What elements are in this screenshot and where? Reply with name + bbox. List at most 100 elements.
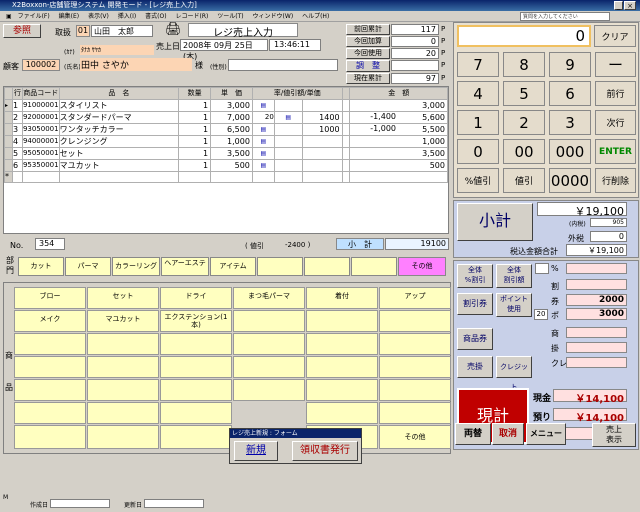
key-4[interactable]: 4 (457, 81, 499, 106)
key-1[interactable]: 1 (457, 110, 499, 135)
coupon-button[interactable]: 割引券 (457, 293, 493, 315)
dept-empty-button[interactable] (257, 257, 303, 276)
qty-cell[interactable]: 1 (178, 98, 212, 112)
item-button[interactable] (306, 356, 378, 378)
qty-cell[interactable]: 1 (178, 122, 212, 136)
rate-cell[interactable]: 20 (251, 110, 275, 124)
adjust-points-value[interactable] (391, 60, 439, 71)
item-button[interactable] (379, 402, 451, 424)
qty-cell[interactable]: 1 (178, 110, 212, 124)
product-code-cell[interactable]: 91000001 (21, 98, 60, 112)
discount-type-icon[interactable]: ▤ (273, 110, 303, 124)
discount-cell[interactable]: 1400 (301, 110, 343, 124)
qty-cell[interactable]: 1 (178, 134, 212, 148)
price-cell[interactable]: 6,500 (210, 122, 253, 136)
item-other-button[interactable]: その他 (379, 425, 451, 449)
discount-type-icon[interactable]: ▤ (251, 98, 275, 112)
key-00[interactable]: 00 (503, 139, 545, 164)
dept-perm-button[interactable]: パーマ (65, 257, 111, 276)
all-discount-amount-button[interactable]: 全体 割引額 (496, 264, 532, 288)
item-button[interactable]: ブロー (14, 287, 86, 309)
item-button[interactable] (160, 402, 232, 424)
discount-type-icon[interactable]: ▤ (251, 122, 275, 136)
close-button[interactable]: × (624, 1, 636, 10)
key-000[interactable]: 000 (549, 139, 591, 164)
new-button[interactable]: 新規 (234, 441, 278, 461)
table-row[interactable]: 6 95350001 マユカット 1 500 ▤ 500 (4, 158, 448, 172)
menu-help[interactable]: ヘルプ(H) (302, 13, 329, 20)
item-button[interactable] (160, 356, 232, 378)
help-search-input[interactable]: 質問を入力してください (520, 12, 610, 21)
item-button[interactable] (306, 310, 378, 332)
pct-amount-field[interactable] (566, 263, 627, 274)
item-button[interactable] (379, 333, 451, 355)
price-cell[interactable]: 7,000 (210, 110, 253, 124)
product-code-cell[interactable]: 92000001 (21, 110, 60, 124)
item-button[interactable] (233, 356, 305, 378)
item-button[interactable] (306, 333, 378, 355)
all-pct-discount-button[interactable]: 全体 %割引 (457, 264, 493, 288)
item-button[interactable]: マユカット (87, 310, 159, 332)
point-use-button[interactable]: ポイント 使用 (496, 293, 532, 317)
item-button[interactable] (14, 402, 86, 424)
product-code-cell[interactable]: 95350001 (21, 158, 60, 172)
menu-button[interactable]: メニュー (526, 423, 566, 445)
item-button[interactable] (87, 356, 159, 378)
item-button[interactable] (160, 379, 232, 401)
qty-cell[interactable]: 1 (178, 158, 212, 172)
qty-cell[interactable]: 1 (178, 146, 212, 160)
menu-file[interactable]: ファイル(F) (18, 13, 50, 20)
sale-date-field[interactable]: 2008年 09月 25日 (木) (180, 39, 268, 61)
receipt-button[interactable]: 領収書発行 (292, 441, 358, 461)
dept-cut-button[interactable]: カット (18, 257, 64, 276)
sales-view-button[interactable]: 売上 表示 (592, 423, 636, 447)
customer-name-field[interactable]: 田中 さやか (80, 58, 192, 71)
discount-type-icon[interactable]: ▤ (251, 146, 275, 160)
item-button[interactable]: ドライ (160, 287, 232, 309)
product-code-cell[interactable]: 94000001 (21, 134, 60, 148)
item-button[interactable]: 着付 (306, 287, 378, 309)
item-button[interactable] (14, 379, 86, 401)
pct-discount-key[interactable]: %値引 (457, 168, 499, 193)
minus-key[interactable]: ー (595, 52, 636, 77)
handler-name-field[interactable]: 山田 太郎 (91, 25, 153, 37)
prev-row-key[interactable]: 前行 (595, 81, 636, 106)
item-button[interactable] (379, 310, 451, 332)
product-code-cell[interactable]: 95050001 (21, 146, 60, 160)
dept-other-button[interactable]: その他 (398, 257, 446, 276)
item-button[interactable] (379, 356, 451, 378)
key-3[interactable]: 3 (549, 110, 591, 135)
gender-field[interactable] (228, 59, 338, 71)
discount-type-icon[interactable]: ▤ (251, 134, 275, 148)
kana-field[interactable]: ﾀﾅｶ ｻﾔｶ (80, 45, 154, 55)
item-button[interactable] (14, 333, 86, 355)
discount-amount-field[interactable] (566, 279, 627, 290)
product-name-cell[interactable]: スタンダードパーマ (58, 110, 180, 124)
handler-code-field[interactable]: 01 (76, 25, 90, 37)
menu-insert[interactable]: 挿入(I) (118, 13, 136, 20)
item-button[interactable]: まつ毛パーマ (233, 287, 305, 309)
item-button[interactable]: セット (87, 287, 159, 309)
gift-amount-field[interactable] (566, 327, 627, 338)
menu-format[interactable]: 書式(O) (145, 13, 166, 20)
item-button[interactable] (306, 402, 378, 424)
product-name-cell[interactable]: クレンジング (58, 134, 180, 148)
clear-key[interactable]: クリア (594, 25, 636, 47)
next-row-key[interactable]: 次行 (595, 110, 636, 135)
discount-key[interactable]: 値引 (503, 168, 545, 193)
key-9[interactable]: 9 (549, 52, 591, 77)
credit-card-button[interactable]: クレジット (496, 356, 532, 391)
price-cell[interactable]: 500 (210, 158, 253, 172)
item-button[interactable] (87, 425, 159, 449)
price-cell[interactable]: 3,000 (210, 98, 253, 112)
table-row[interactable]: 4 94000001 クレンジング 1 1,000 ▤ 1,000 (4, 134, 448, 148)
discount-cell[interactable]: 1000 (301, 122, 343, 136)
subtotal-button[interactable]: 小計 (457, 203, 533, 241)
menu-record[interactable]: レコード(R) (175, 13, 208, 20)
product-name-cell[interactable]: スタイリスト (58, 98, 180, 112)
gift-voucher-button[interactable]: 商品券 (457, 328, 493, 350)
item-button[interactable] (87, 379, 159, 401)
credit-sale-button[interactable]: 売掛 (457, 356, 493, 378)
key-6[interactable]: 6 (549, 81, 591, 106)
item-button[interactable] (379, 379, 451, 401)
